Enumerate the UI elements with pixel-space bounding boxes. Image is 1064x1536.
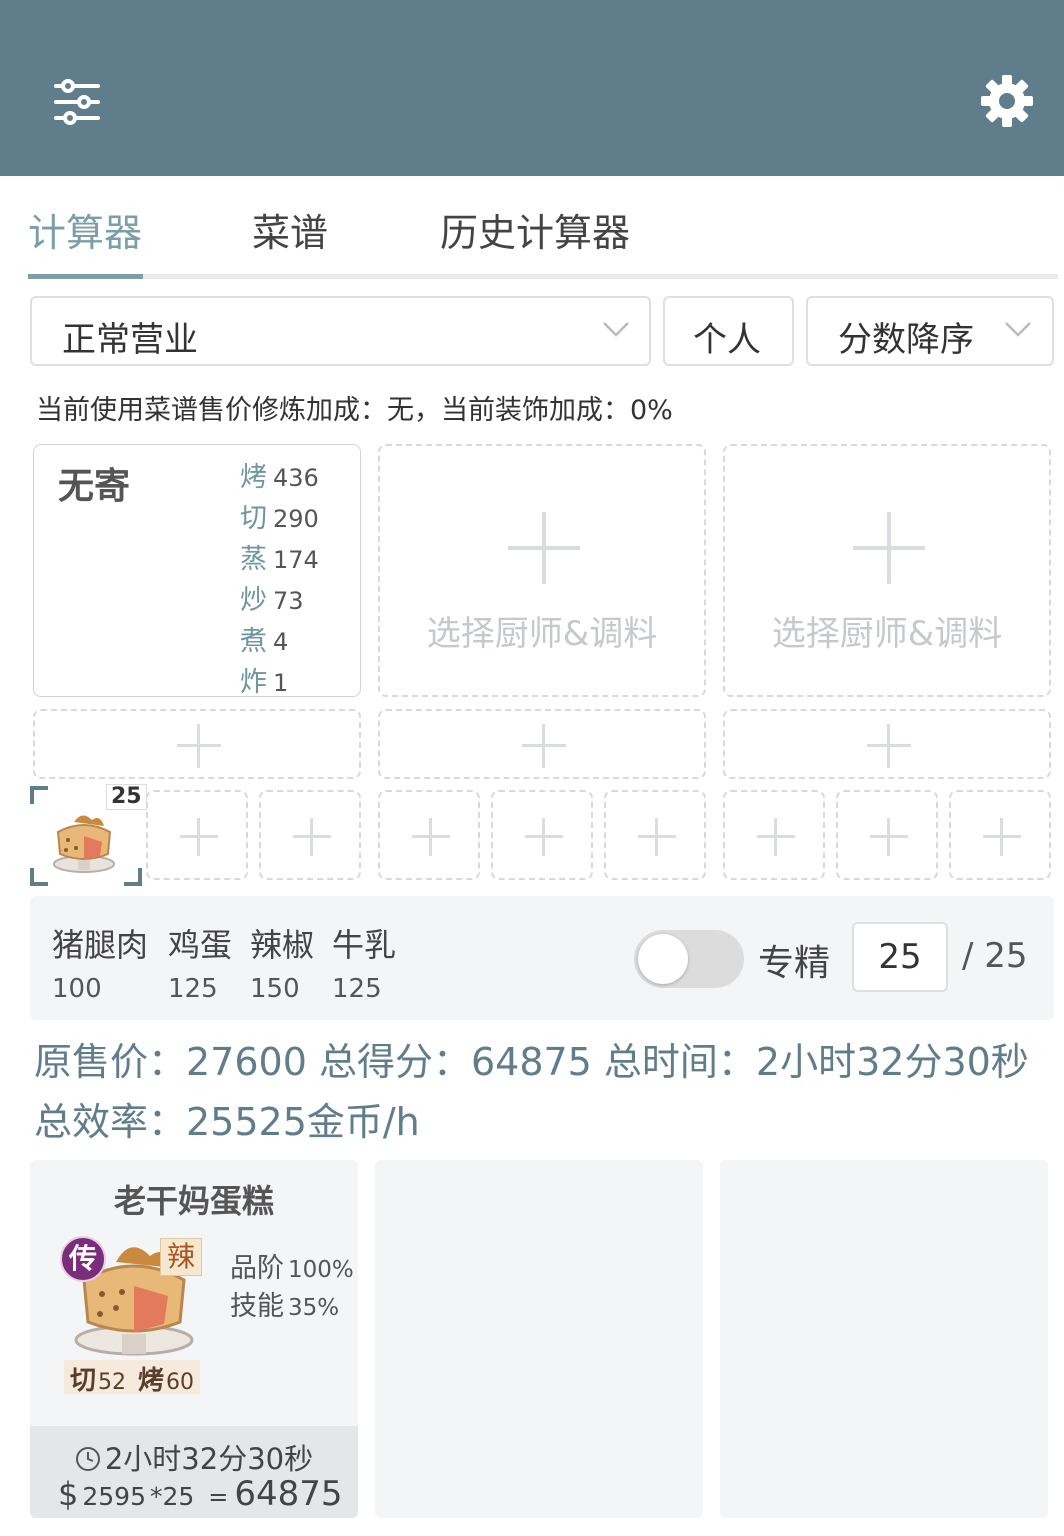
chef-skill-row: 切 290 — [240, 503, 319, 534]
dish-slot[interactable] — [259, 790, 361, 880]
sliders-icon[interactable] — [50, 74, 106, 130]
chef-skill-row: 煮4 — [240, 626, 289, 657]
currency-icon: $ — [58, 1475, 79, 1513]
add-icon — [983, 818, 1021, 856]
add-icon — [525, 818, 563, 856]
flavor-tag: 辣 — [160, 1238, 203, 1276]
equipment-slot-3[interactable] — [723, 709, 1051, 779]
chef-skill-row: 炒 73 — [240, 585, 304, 616]
ingredient-item: 鸡蛋 125 — [168, 926, 233, 1004]
result-card-1[interactable]: 老干妈蛋糕 传 辣 品阶 100% 技能 35% 切52 烤60 2小时32分30秒… — [30, 1160, 358, 1518]
chevron-down-icon — [1005, 322, 1031, 337]
chef-slot-hint: 选择厨师&调料 — [426, 614, 658, 654]
cook-time-value: 2小时32分30秒 — [104, 1442, 314, 1476]
mode-select[interactable]: 正常营业 — [30, 296, 651, 366]
clock-icon — [75, 1447, 100, 1471]
chef-skill-row: 蒸 174 — [240, 544, 319, 575]
tab-history-calculator[interactable]: 历史计算器 — [440, 202, 630, 257]
toggle-knob — [638, 934, 688, 984]
tab-bar: 计算器 菜谱 历史计算器 — [28, 176, 1058, 280]
add-icon — [638, 818, 676, 856]
add-icon — [870, 818, 908, 856]
add-icon — [180, 818, 218, 856]
result-card-2 — [375, 1160, 703, 1518]
add-icon — [757, 818, 795, 856]
rarity-badge: 传 — [60, 1236, 106, 1282]
tab-recipes[interactable]: 菜谱 — [252, 202, 328, 257]
tab-active-indicator — [28, 274, 143, 279]
sort-select[interactable]: 分数降序 — [806, 296, 1054, 366]
ingredient-item: 辣椒 150 — [250, 926, 315, 1004]
dish-slot[interactable] — [949, 790, 1051, 880]
dish-slot[interactable] — [723, 790, 825, 880]
add-icon — [508, 512, 580, 584]
add-icon — [522, 724, 566, 768]
dish-slot[interactable] — [378, 790, 480, 880]
specialize-label: 专精 — [758, 943, 831, 984]
requirement-badge: 烤60 — [132, 1360, 201, 1396]
result-card-3 — [720, 1160, 1048, 1518]
sort-select-value: 分数降序 — [838, 320, 974, 360]
add-icon — [177, 724, 221, 768]
chef-skill-row: 烤 436 — [240, 462, 319, 493]
specialize-toggle[interactable] — [634, 930, 744, 988]
chef-name: 无寄 — [58, 466, 131, 507]
add-icon — [867, 724, 911, 768]
dish-title: 老干妈蛋糕 — [113, 1182, 274, 1220]
bonus-info-text: 当前使用菜谱售价修炼加成：无，当前装饰加成：0% — [36, 395, 673, 426]
cake-dish-icon — [53, 815, 115, 873]
selection-corner — [124, 868, 142, 886]
chef-slot-3[interactable]: 选择厨师&调料 — [723, 444, 1051, 697]
ingredient-item: 牛乳 125 — [332, 926, 397, 1004]
dish-quantity-badge: 25 — [106, 784, 147, 810]
chevron-down-icon — [603, 322, 629, 337]
score-calculation: $2595 *25 = 64875 — [58, 1474, 343, 1514]
dish-slot[interactable] — [836, 790, 938, 880]
skill-stat: 技能 35% — [230, 1291, 340, 1322]
add-icon — [412, 818, 450, 856]
chef-slot-hint: 选择厨师&调料 — [771, 614, 1003, 654]
chef-skill-row: 炸1 — [240, 667, 289, 698]
equipment-slot-1[interactable] — [33, 709, 361, 779]
summary-text: 原售价：27600 总得分：64875 总时间：2小时32分30秒 总效率：25… — [34, 1040, 1029, 1144]
equipment-slot-2[interactable] — [378, 709, 706, 779]
requirement-badge: 切52 — [64, 1360, 133, 1396]
grade-stat: 品阶 100% — [230, 1253, 354, 1284]
add-icon — [293, 818, 331, 856]
cook-time: 2小时32分30秒 — [30, 1436, 358, 1478]
ingredient-item: 猪腿肉 100 — [52, 926, 149, 1004]
scope-button-label: 个人 — [693, 320, 761, 360]
gear-icon[interactable] — [978, 72, 1036, 130]
mode-select-value: 正常营业 — [62, 320, 198, 360]
dish-slot[interactable] — [604, 790, 706, 880]
quantity-max: / 25 — [962, 936, 1028, 976]
score-total: 64875 — [234, 1474, 343, 1514]
scope-button[interactable]: 个人 — [663, 296, 794, 366]
quantity-input[interactable]: 25 — [852, 922, 948, 992]
dish-slot-selected[interactable]: 25 — [30, 784, 147, 886]
chef-card-1[interactable]: 无寄 烤 436 切 290 蒸 174 炒 73 煮4 炸1 — [33, 444, 361, 698]
tab-calculator[interactable]: 计算器 — [28, 202, 142, 257]
tab-divider — [28, 274, 1058, 279]
chef-slot-2[interactable]: 选择厨师&调料 — [378, 444, 706, 697]
ingredients-panel: 猪腿肉 100 鸡蛋 125 辣椒 150 牛乳 125 专精 25 / 25 — [30, 896, 1054, 1020]
dish-slot[interactable] — [491, 790, 593, 880]
result-footer: 2小时32分30秒 $2595 *25 = 64875 — [30, 1426, 358, 1518]
dish-slot[interactable] — [146, 790, 248, 880]
app-header — [0, 0, 1064, 176]
add-icon — [853, 512, 925, 584]
